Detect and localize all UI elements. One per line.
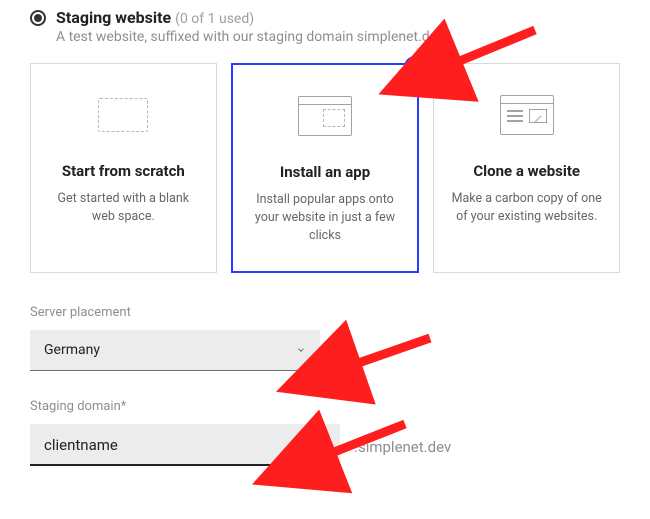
website-type-radio[interactable]: Staging website (0 of 1 used) A test web… bbox=[30, 8, 620, 45]
server-placement-label: Server placement bbox=[30, 305, 620, 320]
option-start-from-scratch[interactable]: Start from scratch Get started with a bl… bbox=[30, 63, 217, 273]
staging-domain-field: Staging domain* .simplenet.dev bbox=[30, 399, 620, 466]
server-placement-select[interactable]: Germany bbox=[30, 330, 320, 371]
card-title: Clone a website bbox=[473, 162, 580, 180]
radio-subtitle: A test website, suffixed with our stagin… bbox=[56, 29, 444, 45]
clone-icon bbox=[500, 86, 554, 144]
scratch-icon bbox=[98, 86, 148, 144]
server-placement-value: Germany bbox=[44, 342, 100, 358]
staging-domain-suffix: .simplenet.dev bbox=[340, 438, 451, 466]
radio-label-block: Staging website (0 of 1 used) A test web… bbox=[56, 8, 444, 45]
option-clone-website[interactable]: Clone a website Make a carbon copy of on… bbox=[433, 63, 620, 273]
card-title: Start from scratch bbox=[62, 162, 185, 180]
card-title: Install an app bbox=[280, 163, 370, 181]
radio-usage-count: (0 of 1 used) bbox=[175, 11, 254, 27]
radio-checked-icon bbox=[30, 10, 46, 26]
app-icon bbox=[298, 87, 352, 145]
staging-domain-input[interactable] bbox=[30, 424, 340, 466]
card-desc: Make a carbon copy of one of your existi… bbox=[448, 190, 605, 226]
option-cards: Start from scratch Get started with a bl… bbox=[30, 63, 620, 273]
card-desc: Install popular apps onto your website i… bbox=[247, 191, 404, 245]
radio-title: Staging website bbox=[56, 8, 171, 27]
option-install-an-app[interactable]: Install an app Install popular apps onto… bbox=[231, 63, 420, 273]
chevron-down-icon bbox=[296, 345, 306, 355]
server-placement-field: Server placement Germany bbox=[30, 305, 620, 371]
card-desc: Get started with a blank web space. bbox=[45, 190, 202, 226]
staging-domain-label: Staging domain* bbox=[30, 399, 620, 414]
selected-check-icon bbox=[404, 56, 426, 78]
